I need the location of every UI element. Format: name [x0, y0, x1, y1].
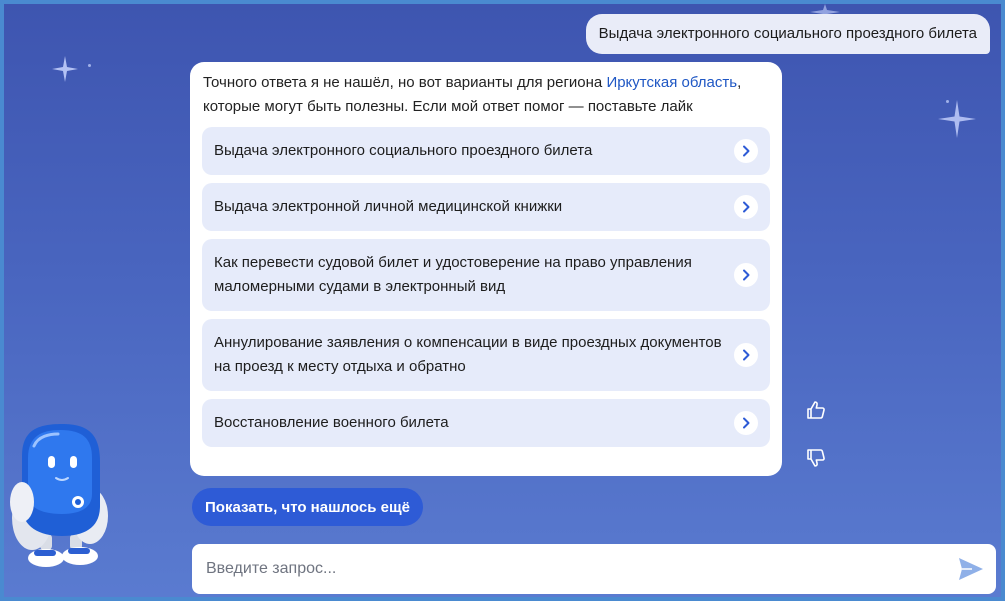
user-message-text: Выдача электронного социального проездно…: [598, 25, 977, 42]
suggestion-label: Восстановление военного билета: [214, 414, 449, 431]
suggestion-option[interactable]: Выдача электронной личной медицинской кн…: [202, 183, 770, 231]
user-message: Выдача электронного социального проездно…: [585, 14, 990, 54]
chevron-right-icon: [734, 343, 758, 367]
suggestion-option[interactable]: Аннулирование заявления о компенсации в …: [202, 319, 770, 391]
sparkle-dot: [88, 64, 91, 67]
suggestion-label: Аннулирование заявления о компенсации в …: [214, 334, 722, 375]
chevron-right-icon: [734, 139, 758, 163]
show-more-label: Показать, что нашлось ещё: [205, 498, 410, 516]
bot-intro-part1: Точного ответа я не нашёл, но вот вариан…: [203, 74, 607, 91]
show-more-button[interactable]: Показать, что нашлось ещё: [192, 488, 423, 526]
bot-intro-text: Точного ответа я не нашёл, но вот вариан…: [202, 71, 770, 119]
sparkle-icon: [938, 100, 976, 138]
suggestion-option[interactable]: Как перевести судовой билет и удостовере…: [202, 239, 770, 311]
suggestion-label: Выдача электронного социального проездно…: [214, 142, 593, 159]
robot-mascot: [10, 424, 108, 567]
chevron-right-icon: [734, 411, 758, 435]
dislike-button[interactable]: [804, 446, 828, 470]
like-button[interactable]: [804, 398, 828, 422]
thumbs-up-icon: [807, 401, 825, 419]
chevron-right-icon: [734, 195, 758, 219]
query-input[interactable]: [204, 553, 938, 585]
suggestion-option[interactable]: Выдача электронного социального проездно…: [202, 127, 770, 175]
suggestion-label: Как перевести судовой билет и удостовере…: [214, 254, 692, 295]
send-icon[interactable]: [958, 557, 984, 581]
suggestion-option[interactable]: Восстановление военного билета: [202, 399, 770, 447]
bot-message: Точного ответа я не нашёл, но вот вариан…: [190, 62, 782, 476]
sparkle-dot: [946, 100, 949, 103]
chat-window: Выдача электронного социального проездно…: [0, 0, 1005, 601]
query-input-bar: [192, 544, 996, 594]
chevron-right-icon: [734, 263, 758, 287]
sparkle-icon: [52, 56, 78, 82]
thumbs-down-icon: [807, 449, 825, 467]
region-link[interactable]: Иркутская область: [606, 74, 737, 91]
suggestion-label: Выдача электронной личной медицинской кн…: [214, 198, 563, 215]
